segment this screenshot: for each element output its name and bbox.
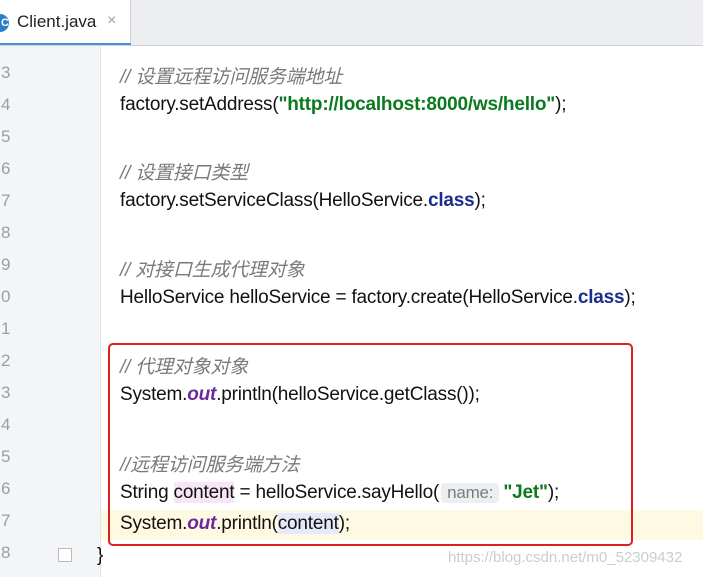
line-number: 0 [1,287,11,306]
code-comment: // 设置远程访问服务端地址 [120,67,343,88]
line-number: 9 [1,255,11,274]
line-number: 8 [1,543,11,562]
line-number: 6 [1,159,11,178]
line-number: 6 [1,479,11,498]
line-number: 7 [1,511,11,530]
close-icon[interactable]: × [107,12,116,30]
annotation-highlight-box [108,343,633,546]
watermark: https://blog.csdn.net/m0_52309432 [448,549,683,566]
line-number: 2 [1,351,11,370]
tab-client-java[interactable]: C Client.java × [0,0,131,45]
code-line-set-service-class[interactable]: factory.setServiceClass(HelloService.cla… [120,190,486,212]
code-comment: // 对接口生成代理对象 [120,260,305,281]
line-number: 4 [1,95,11,114]
line-number: 8 [1,223,11,242]
code-line-create-proxy[interactable]: HelloService helloService = factory.crea… [120,287,636,309]
active-tab-indicator [0,43,131,45]
line-number: 7 [1,191,11,210]
fold-marker-icon[interactable] [58,548,72,562]
line-number: 3 [1,383,11,402]
code-line-set-address[interactable]: factory.setAddress("http://localhost:800… [120,94,567,116]
closing-brace: } [97,545,104,566]
line-number: 5 [1,127,11,146]
line-number: 1 [1,319,11,338]
tab-title: Client.java [17,12,97,31]
line-number: 4 [1,415,11,434]
line-number: 3 [1,63,11,82]
code-comment: // 设置接口类型 [120,163,249,184]
editor-tab-bar: C Client.java × [0,0,703,46]
line-number-gutter: 3 4 5 6 7 8 9 0 1 2 3 4 5 6 7 8 [0,46,101,577]
line-number: 5 [1,447,11,466]
java-class-icon: C [0,14,9,32]
